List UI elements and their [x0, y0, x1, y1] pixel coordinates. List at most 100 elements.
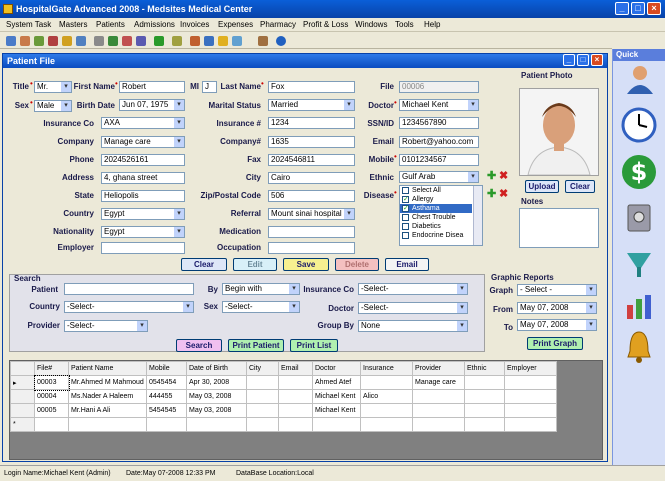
sex-select[interactable]: Male — [34, 100, 72, 112]
table-cell[interactable] — [412, 389, 465, 404]
minimize-button[interactable]: _ — [615, 2, 629, 15]
from-date-picker[interactable]: May 07, 2008 — [517, 302, 597, 314]
close-button[interactable]: × — [647, 2, 661, 15]
new-row[interactable]: * — [10, 417, 557, 432]
table-cell[interactable] — [186, 417, 247, 432]
tools-tool-icon[interactable] — [258, 36, 268, 46]
user-icon[interactable] — [623, 64, 657, 94]
referral-select[interactable]: Mount sinai hospital — [268, 208, 355, 220]
phone-field[interactable]: 2024526161 — [101, 154, 185, 166]
table-cell[interactable]: Ms.Nader A Haleem — [68, 389, 147, 404]
clear-button[interactable]: Clear — [181, 258, 227, 271]
disease-item[interactable]: Select All — [400, 186, 472, 195]
ethnic-select[interactable]: Gulf Arab — [399, 171, 479, 183]
state-field[interactable]: Heliopolis — [101, 190, 185, 202]
invoice-tool-icon[interactable] — [136, 36, 146, 46]
fax-field[interactable]: 2024546811 — [268, 154, 355, 166]
table-cell[interactable]: Mr.Hani A Ali — [68, 403, 147, 418]
search-patient-field[interactable] — [64, 283, 194, 295]
menu-pharmacy[interactable]: Pharmacy — [260, 20, 296, 29]
table-cell[interactable] — [360, 417, 413, 432]
search-by-select[interactable]: Begin with — [222, 283, 300, 295]
clock-icon[interactable] — [621, 107, 657, 143]
table-cell[interactable] — [412, 403, 465, 418]
window-minimize-button[interactable]: _ — [563, 54, 575, 66]
company-number-field[interactable]: 1635 — [268, 136, 355, 148]
table-cell[interactable] — [278, 417, 313, 432]
table-cell[interactable]: 444455 — [146, 389, 187, 404]
table-row[interactable]: ▸ 00003 Mr.Ahmed M Mahmoud 0545454 Apr 30, 2… — [10, 374, 557, 391]
country-select[interactable]: Egypt — [101, 208, 185, 220]
clock-tool-icon[interactable] — [108, 36, 118, 46]
disease-item[interactable]: Chest Trouble — [400, 213, 472, 222]
edit-button[interactable]: Edit — [233, 258, 277, 271]
print-list-button[interactable]: Print List — [290, 339, 338, 352]
table-row[interactable]: 00005 Mr.Hani A Ali 5454545 May 03, 2008 Mic… — [10, 403, 557, 418]
table-cell[interactable]: Michael Kent — [312, 389, 361, 404]
table-cell[interactable] — [504, 417, 557, 432]
search-sex-select[interactable]: -Select- — [222, 301, 300, 313]
menu-patients[interactable]: Patients — [96, 20, 125, 29]
column-header[interactable]: Ethnic — [464, 361, 505, 376]
expense-tool-icon[interactable] — [172, 36, 182, 46]
table-cell[interactable]: Michael Kent — [312, 403, 361, 418]
table-cell[interactable]: 5454545 — [146, 403, 187, 418]
disease-scrollbar[interactable] — [473, 186, 482, 245]
help-tool-icon[interactable] — [276, 36, 286, 46]
remove-icon[interactable]: ✖ — [499, 169, 508, 182]
medicine-tool-icon[interactable] — [48, 36, 58, 46]
dollar-tool-icon[interactable] — [154, 36, 164, 46]
column-header[interactable]: Email — [278, 361, 313, 376]
zip-field[interactable]: 506 — [268, 190, 355, 202]
menu-windows[interactable]: Windows — [355, 20, 387, 29]
menu-profit-loss[interactable]: Profit & Loss — [303, 20, 348, 29]
table-cell[interactable] — [412, 417, 465, 432]
column-header[interactable]: City — [246, 361, 279, 376]
upload-photo-button[interactable]: Upload — [525, 180, 559, 193]
menu-masters[interactable]: Masters — [59, 20, 87, 29]
nationality-select[interactable]: Egypt — [101, 226, 185, 238]
table-cell[interactable]: 00005 — [34, 403, 69, 418]
bell-icon[interactable] — [625, 329, 653, 365]
ssn-field[interactable]: 1234567890 — [399, 117, 479, 129]
remove-disease-icon[interactable]: ✖ — [499, 187, 508, 200]
pharmacy-tool-icon[interactable] — [190, 36, 200, 46]
table-cell[interactable] — [312, 417, 361, 432]
mobile-field[interactable]: 0101234567 — [399, 154, 479, 166]
disease-checkbox[interactable]: ✓ — [402, 196, 409, 203]
occupation-field[interactable] — [268, 242, 355, 254]
medication-field[interactable] — [268, 226, 355, 238]
table-cell[interactable] — [504, 375, 557, 390]
insurance-co-select[interactable]: AXA — [101, 117, 185, 129]
window-maximize-button[interactable]: □ — [577, 54, 589, 66]
table-cell[interactable]: May 03, 2008 — [186, 389, 247, 404]
syringe-tool-icon[interactable] — [34, 36, 44, 46]
table-cell[interactable] — [278, 403, 313, 418]
print-graph-button[interactable]: Print Graph — [527, 337, 583, 350]
notes-field[interactable] — [519, 208, 599, 248]
pharmacy-icon[interactable] — [623, 245, 655, 279]
lab-tool-icon[interactable] — [62, 36, 72, 46]
first-name-field[interactable]: Robert — [119, 81, 185, 93]
disease-checklist[interactable]: Select All ✓ Allergy ✓ Asthama Chest Trouble D… — [399, 185, 483, 246]
table-cell[interactable]: Alico — [360, 389, 413, 404]
table-cell[interactable]: 00004 — [34, 389, 69, 404]
chart-icon[interactable] — [623, 291, 655, 321]
folder-tool-icon[interactable] — [218, 36, 228, 46]
email-button[interactable]: Email — [385, 258, 429, 271]
graph-select[interactable]: - Select - — [517, 284, 597, 296]
disease-item[interactable]: ✓ Asthama — [400, 204, 472, 213]
column-header[interactable]: Insurance — [360, 361, 413, 376]
table-cell[interactable] — [278, 375, 313, 390]
table-cell[interactable] — [278, 389, 313, 404]
maximize-button[interactable]: □ — [631, 2, 645, 15]
settings-tool-icon[interactable] — [232, 36, 242, 46]
last-name-field[interactable]: Fox — [268, 81, 355, 93]
menu-invoices[interactable]: Invoices — [180, 20, 209, 29]
table-cell[interactable] — [246, 403, 279, 418]
disease-checkbox[interactable]: ✓ — [402, 205, 409, 212]
dollar-icon[interactable]: $ — [621, 153, 657, 191]
menu-help[interactable]: Help — [424, 20, 440, 29]
print-patient-button[interactable]: Print Patient — [228, 339, 284, 352]
menu-tools[interactable]: Tools — [395, 20, 414, 29]
